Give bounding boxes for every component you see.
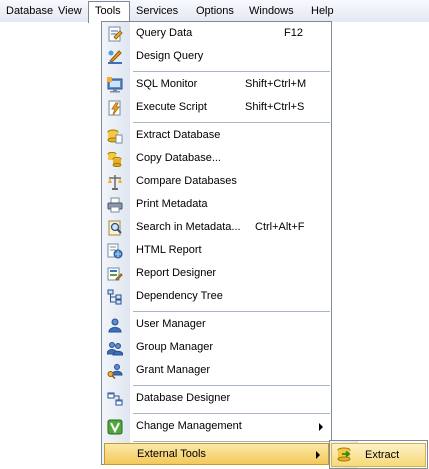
printer-icon: [107, 197, 123, 213]
menu-item-user-manager[interactable]: User Manager: [102, 314, 331, 336]
menu-item-label: Search in Metadata...: [136, 221, 241, 233]
submenu-item-extract[interactable]: Extract: [331, 443, 426, 467]
menu-item-report-designer[interactable]: Report Designer: [102, 263, 331, 285]
menu-item-label: Database Designer: [136, 392, 231, 404]
submenu-item-label: Extract: [365, 449, 400, 461]
shortcut-text: F12: [284, 27, 303, 39]
menu-separator: [133, 413, 330, 414]
menu-separator: [133, 122, 330, 123]
menu-database[interactable]: Database: [0, 1, 53, 21]
extract-database-icon: [107, 128, 123, 144]
query-data-icon: [107, 26, 123, 42]
menu-windows[interactable]: Windows: [243, 1, 305, 21]
database-designer-icon: [107, 391, 123, 407]
menu-item-print-metadata[interactable]: Print Metadata: [102, 194, 331, 216]
menu-item-copy-database[interactable]: Copy Database...: [102, 148, 331, 170]
menu-item-label: External Tools: [137, 448, 206, 460]
menu-item-sql-monitor[interactable]: SQL Monitor Shift+Ctrl+M: [102, 74, 331, 96]
tools-dropdown-menu: Query Data F12 Design Query SQL Monitor …: [101, 21, 332, 465]
shortcut-text: Ctrl+Alt+F: [255, 221, 305, 233]
search-metadata-icon: [107, 220, 123, 236]
menu-separator: [133, 441, 330, 442]
external-tools-submenu: Extract: [329, 440, 428, 469]
menu-item-database-designer[interactable]: Database Designer: [102, 388, 331, 410]
menu-item-label: Report Designer: [136, 267, 217, 279]
grant-key-icon: [107, 363, 123, 379]
menu-item-dependency-tree[interactable]: Dependency Tree: [102, 286, 331, 308]
menu-item-change-management[interactable]: Change Management: [102, 416, 331, 438]
menu-item-label: Copy Database...: [136, 152, 221, 164]
menu-item-label: Dependency Tree: [136, 290, 223, 302]
menu-item-compare-databases[interactable]: Compare Databases: [102, 171, 331, 193]
html-report-icon: [107, 243, 123, 259]
sql-monitor-icon: [107, 77, 123, 93]
menu-help[interactable]: Help: [305, 1, 345, 21]
menu-item-execute-script[interactable]: Execute Script Shift+Ctrl+S: [102, 97, 331, 119]
menu-separator: [133, 71, 330, 72]
menu-item-design-query[interactable]: Design Query: [102, 46, 331, 68]
menu-item-label: Grant Manager: [136, 364, 210, 376]
dependency-tree-icon: [107, 289, 123, 305]
copy-database-icon: [107, 151, 123, 167]
menu-options[interactable]: Options: [190, 1, 243, 21]
menu-item-label: Extract Database: [136, 129, 221, 141]
execute-script-icon: [107, 100, 123, 116]
menu-view[interactable]: View: [52, 1, 88, 21]
user-icon: [107, 317, 123, 333]
shortcut-text: Shift+Ctrl+M: [245, 78, 307, 90]
menu-item-label: Query Data: [136, 27, 193, 39]
menu-separator: [133, 385, 330, 386]
menu-separator: [133, 311, 330, 312]
menu-bar: Database View Tools Services Options Win…: [0, 0, 429, 23]
menu-services[interactable]: Services: [130, 1, 190, 21]
menu-tools[interactable]: Tools: [88, 1, 130, 23]
shortcut-text: Shift+Ctrl+S: [245, 101, 305, 113]
menu-item-external-tools[interactable]: External Tools: [104, 443, 329, 465]
menu-item-label: HTML Report: [136, 244, 202, 256]
group-icon: [107, 340, 123, 356]
compare-databases-icon: [107, 174, 123, 190]
menu-item-label: Design Query: [136, 50, 204, 62]
change-management-icon: [107, 419, 123, 435]
menu-item-label: Group Manager: [136, 341, 214, 353]
extract-icon: [336, 447, 352, 463]
menu-item-label: Compare Databases: [136, 175, 237, 187]
menu-item-label: Execute Script: [136, 101, 207, 113]
design-query-icon: [107, 49, 123, 65]
submenu-arrow-icon: [316, 451, 320, 459]
menu-item-label: Print Metadata: [136, 198, 208, 210]
menu-item-search-in-metadata[interactable]: Search in Metadata... Ctrl+Alt+F: [102, 217, 331, 239]
menu-item-label: SQL Monitor: [136, 78, 198, 90]
menu-item-group-manager[interactable]: Group Manager: [102, 337, 331, 359]
submenu-arrow-icon: [319, 423, 323, 431]
report-designer-icon: [107, 266, 123, 282]
menu-item-query-data[interactable]: Query Data F12: [102, 23, 331, 45]
menu-item-extract-database[interactable]: Extract Database: [102, 125, 331, 147]
menu-item-html-report[interactable]: HTML Report: [102, 240, 331, 262]
menu-item-grant-manager[interactable]: Grant Manager: [102, 360, 331, 382]
menu-item-label: User Manager: [136, 318, 206, 330]
menu-item-label: Change Management: [136, 420, 242, 432]
